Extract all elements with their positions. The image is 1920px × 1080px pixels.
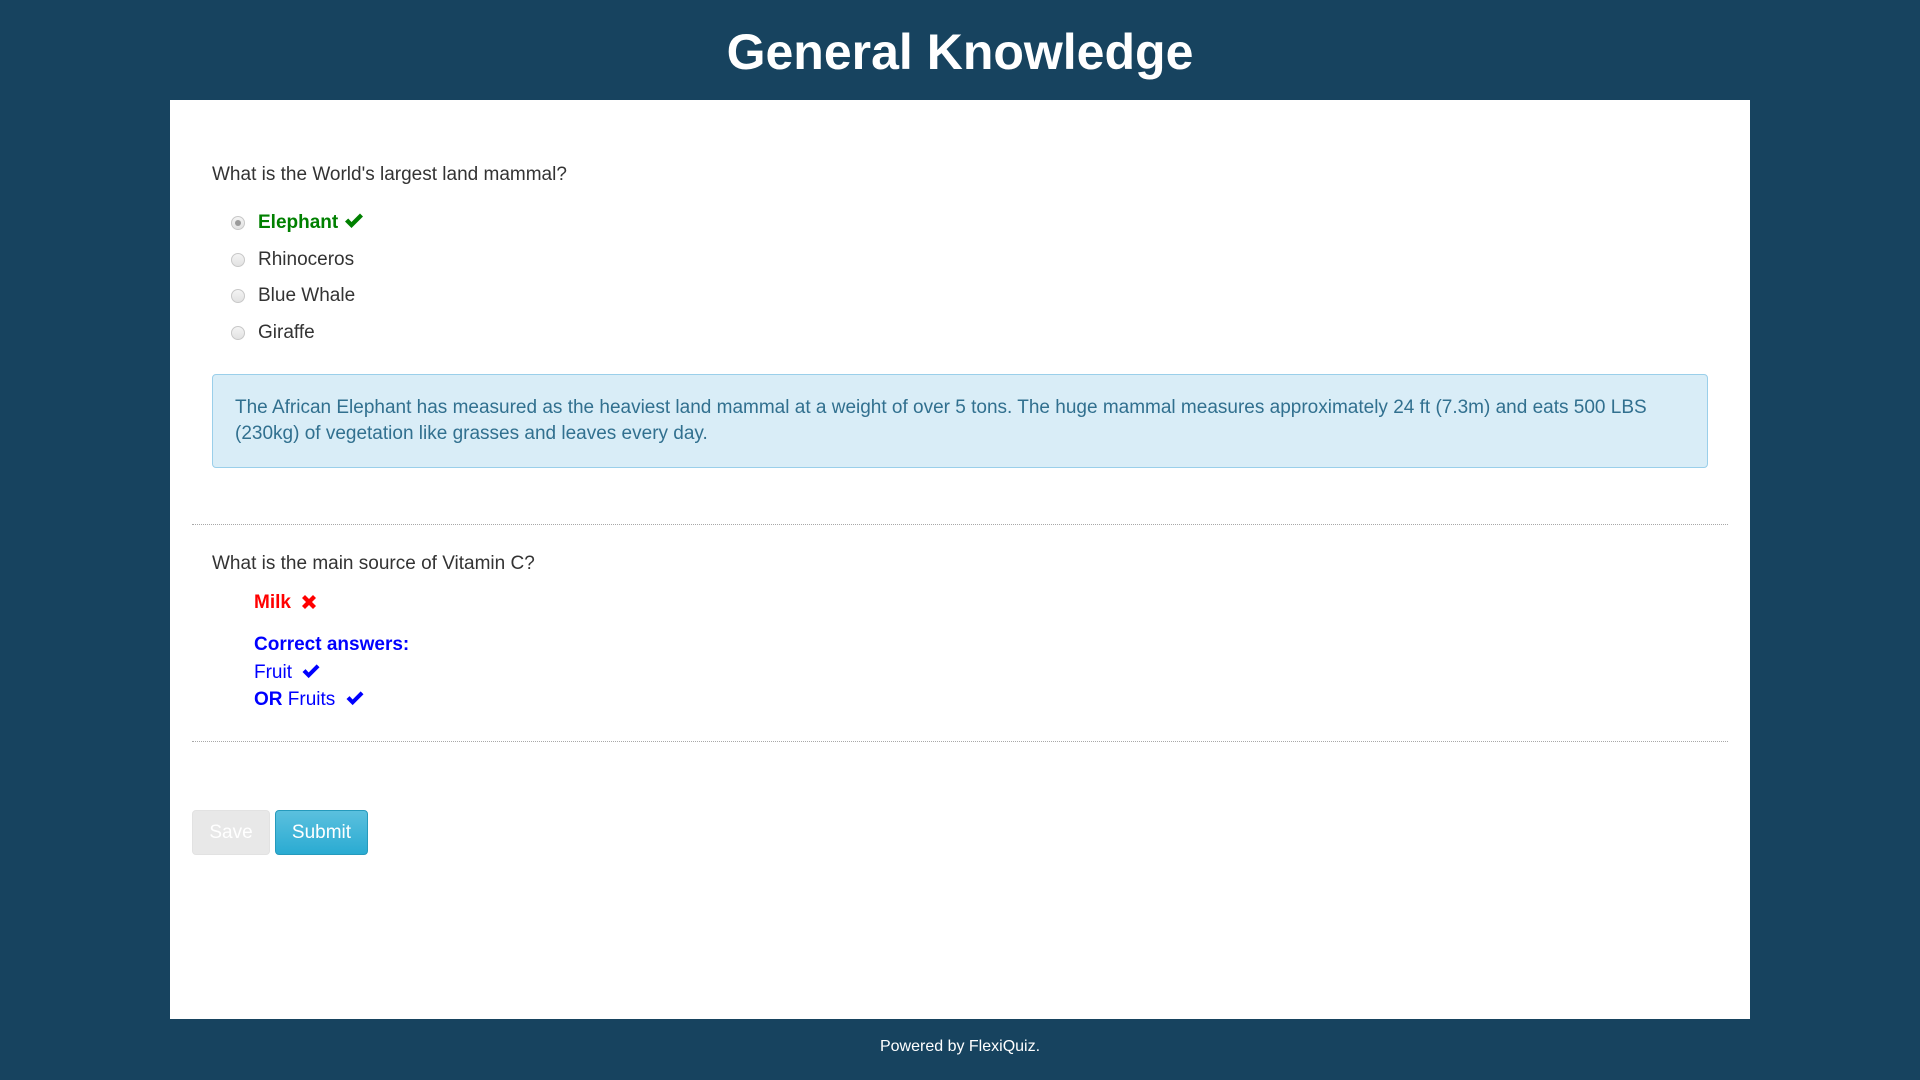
option-label: Rhinoceros (258, 249, 355, 270)
save-button[interactable]: Save (192, 810, 270, 855)
quiz-card: What is the World's largest land mammal?… (170, 100, 1750, 1019)
user-answer-incorrect: Milk (254, 591, 317, 617)
submit-button[interactable]: Submit (275, 810, 368, 855)
footer-powered-by: Powered by FlexiQuiz. (879, 1038, 1041, 1055)
option-elephant[interactable]: Elephant (231, 210, 364, 236)
option-label: Blue Whale (258, 285, 356, 306)
option-label: Giraffe (258, 322, 315, 343)
question-divider (192, 741, 1728, 742)
correct-answer-item: Fruit (254, 661, 321, 687)
radio-elephant[interactable] (231, 216, 245, 230)
option-label: Elephant (258, 212, 339, 233)
check-icon (345, 690, 365, 714)
option-rhinoceros[interactable]: Rhinoceros (231, 247, 354, 273)
correct-answer-label: Fruits (287, 689, 336, 710)
question-2-text: What is the main source of Vitamin C? (212, 553, 535, 574)
correct-answer-label: Fruit (254, 662, 292, 683)
option-blue-whale[interactable]: Blue Whale (231, 283, 355, 309)
or-prefix: OR (254, 689, 283, 710)
radio-blue-whale[interactable] (231, 289, 245, 303)
radio-giraffe[interactable] (231, 326, 245, 340)
question-divider (192, 524, 1728, 525)
question-1-text: What is the World's largest land mammal? (212, 164, 567, 185)
option-giraffe[interactable]: Giraffe (231, 320, 315, 346)
check-icon (344, 212, 364, 235)
correct-answers-heading: Correct answers: (254, 634, 410, 655)
user-answer-label: Milk (254, 592, 291, 613)
page-title: General Knowledge (726, 24, 1194, 80)
explanation-box: The African Elephant has measured as the… (212, 374, 1708, 468)
check-icon (301, 663, 321, 687)
correct-answer-item: OR Fruits (254, 688, 365, 714)
radio-rhinoceros[interactable] (231, 253, 245, 267)
cross-icon (301, 593, 317, 617)
